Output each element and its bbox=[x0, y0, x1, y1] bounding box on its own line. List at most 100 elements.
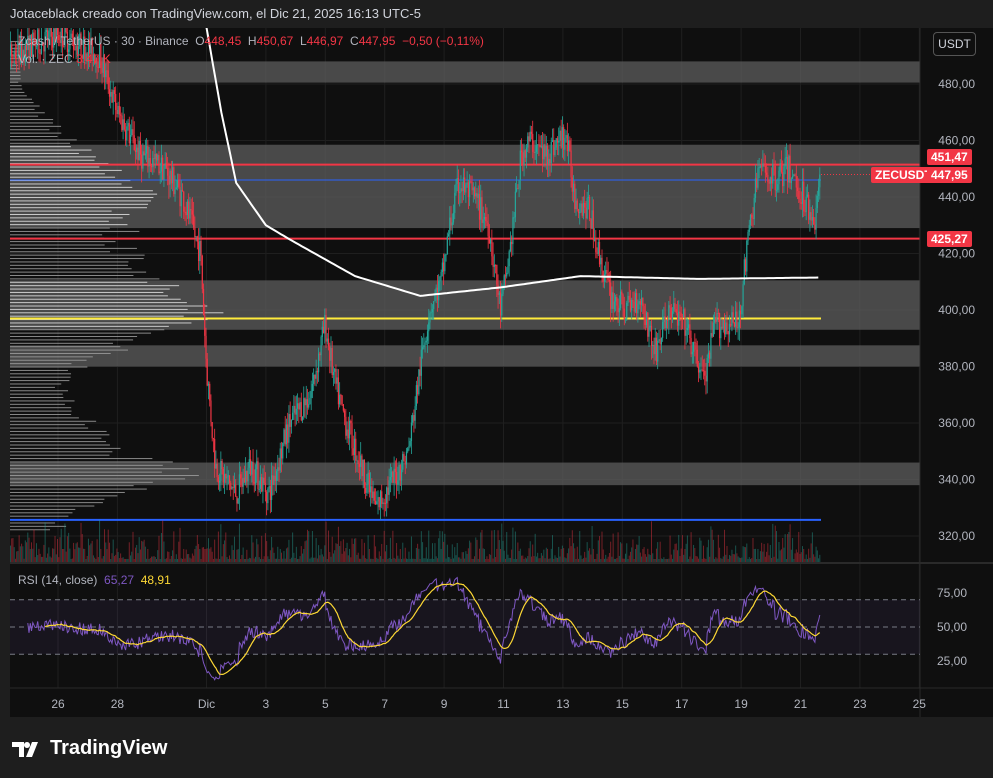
volume-bar bbox=[684, 548, 686, 562]
candle-body bbox=[530, 131, 533, 134]
candle-body bbox=[11, 45, 13, 58]
volume-bar bbox=[431, 543, 433, 562]
candle-body bbox=[618, 308, 620, 313]
volume-bar bbox=[313, 557, 315, 562]
volume-bar bbox=[757, 548, 759, 562]
candle-body bbox=[462, 177, 465, 192]
candle-body bbox=[404, 461, 406, 465]
volume-bar bbox=[600, 558, 602, 562]
candle-body bbox=[456, 178, 458, 185]
candle-body bbox=[542, 145, 544, 160]
candle-body bbox=[181, 189, 184, 192]
volume-bar bbox=[27, 532, 29, 562]
volume-bar bbox=[423, 558, 425, 562]
candle-body bbox=[723, 319, 726, 335]
chart-area[interactable]: 480,00 460,00 440,00 420,00 400,00 380,00 360,… bbox=[10, 28, 993, 717]
candle-body bbox=[624, 318, 627, 320]
candle-body bbox=[106, 70, 108, 72]
volume-profile-bar bbox=[10, 322, 192, 324]
volume-bar bbox=[680, 548, 682, 562]
volume-profile-bar bbox=[10, 176, 116, 178]
candle bbox=[408, 437, 410, 451]
candle-body bbox=[383, 502, 385, 504]
volume-bar bbox=[801, 546, 803, 562]
candle-body bbox=[443, 262, 445, 272]
candle-body bbox=[574, 183, 576, 210]
volume-bar bbox=[456, 542, 458, 562]
volume-bar bbox=[122, 557, 124, 562]
candle-body bbox=[202, 288, 205, 316]
volume-bar bbox=[674, 543, 676, 562]
candle-body bbox=[735, 311, 737, 327]
candle-body bbox=[392, 471, 394, 483]
candle-body bbox=[476, 193, 478, 198]
price-axis-label: 480,00 bbox=[938, 77, 975, 91]
candle-body bbox=[222, 469, 224, 483]
candle-body bbox=[324, 314, 326, 334]
volume-bar bbox=[70, 558, 72, 562]
time-axis-label: 9 bbox=[441, 697, 448, 711]
volume-profile-bar bbox=[10, 193, 158, 195]
candle-body bbox=[662, 321, 664, 338]
candle-body bbox=[420, 349, 422, 376]
candle bbox=[445, 254, 447, 262]
volume-bar bbox=[224, 540, 226, 562]
volume-bar bbox=[351, 538, 353, 562]
symbol-label[interactable]: Zcash / TetherUS · 30 · Binance bbox=[18, 34, 189, 48]
tradingview-logo[interactable]: TradingView bbox=[12, 737, 167, 760]
candle bbox=[118, 92, 120, 123]
volume-profile-bar bbox=[10, 285, 180, 287]
candle bbox=[727, 330, 729, 348]
volume-profile-bar bbox=[10, 295, 168, 297]
volume-profile-bar bbox=[10, 74, 21, 76]
candle bbox=[299, 397, 301, 417]
candle-body bbox=[108, 89, 111, 97]
candle-body bbox=[446, 236, 448, 255]
currency-button[interactable]: USDT bbox=[933, 32, 976, 56]
candle-body bbox=[757, 168, 759, 188]
candle-body bbox=[814, 224, 816, 230]
volume-bar bbox=[632, 539, 634, 562]
candle-body bbox=[188, 201, 190, 219]
volume-bar bbox=[590, 554, 592, 562]
volume-bar bbox=[449, 557, 451, 562]
volume-bar bbox=[780, 549, 782, 562]
candle bbox=[705, 363, 707, 395]
candle-body bbox=[644, 317, 646, 325]
volume-bar bbox=[196, 535, 198, 562]
volume-bar bbox=[455, 555, 457, 562]
candle-body bbox=[782, 172, 784, 187]
candle-body bbox=[696, 349, 698, 367]
candle-body bbox=[330, 347, 332, 361]
rsi-label[interactable]: RSI (14, close) bbox=[18, 573, 97, 587]
candle-body bbox=[280, 448, 283, 459]
volume-bar bbox=[162, 520, 164, 562]
candle bbox=[598, 230, 601, 268]
candle-body bbox=[796, 187, 799, 191]
candle-body bbox=[775, 189, 778, 191]
volume-bar bbox=[33, 529, 35, 562]
volume-bar bbox=[156, 558, 158, 562]
candle bbox=[65, 28, 67, 34]
candle-body bbox=[157, 155, 159, 161]
volume-bar bbox=[648, 554, 650, 562]
volume-bar bbox=[707, 539, 709, 562]
volume-profile-bar bbox=[10, 98, 33, 100]
volume-bar bbox=[445, 558, 447, 562]
candle-body bbox=[441, 262, 443, 273]
volume-profile-bar bbox=[10, 420, 97, 422]
candle bbox=[601, 249, 603, 283]
ohlc-legend: Zcash / TetherUS · 30 · Binance O448,45 … bbox=[18, 34, 484, 48]
candle bbox=[330, 336, 332, 374]
volume-bar bbox=[474, 556, 476, 562]
volume-bar bbox=[371, 558, 373, 562]
candle-body bbox=[321, 326, 323, 337]
candle-body bbox=[580, 203, 582, 212]
candle-body bbox=[178, 179, 180, 187]
candle-body bbox=[153, 158, 155, 160]
candle-body bbox=[329, 346, 331, 361]
candle-body bbox=[482, 219, 484, 223]
candle-body bbox=[742, 284, 744, 307]
volume-bar bbox=[200, 558, 202, 562]
candle bbox=[346, 421, 348, 443]
